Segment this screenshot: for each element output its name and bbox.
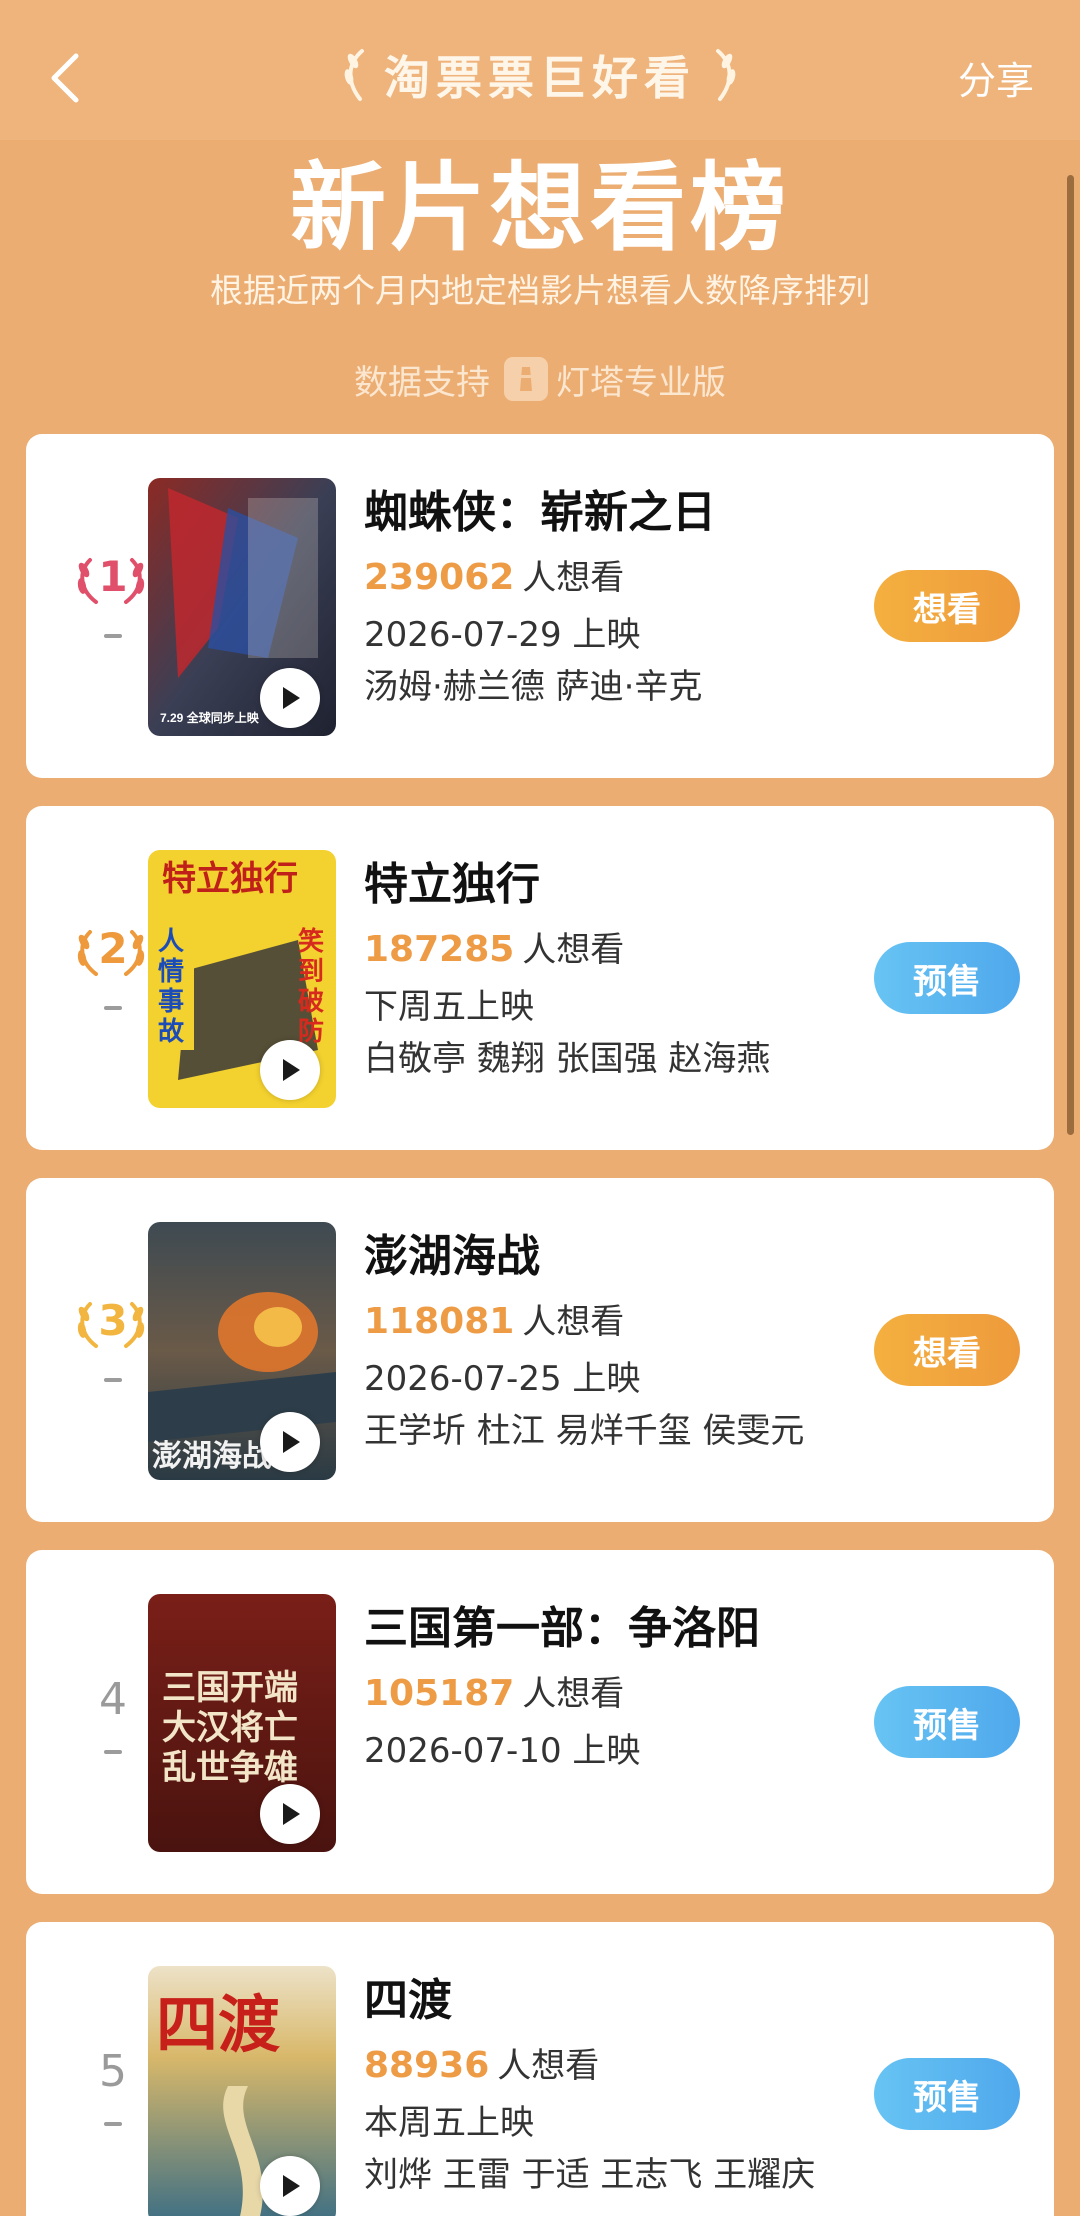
movie-info: 四渡 88936 人想看 本周五上映 刘烨 王雷 于适 王志飞 王耀庆 <box>364 1972 864 2198</box>
svg-text:故: 故 <box>158 1017 184 1047</box>
data-support: 数据支持 灯塔专业版 <box>0 352 1080 406</box>
page-subtitle: 根据近两个月内地定档影片想看人数降序排列 <box>210 271 870 310</box>
play-trailer-button[interactable] <box>260 1784 320 1844</box>
svg-text:三国开端: 三国开端 <box>162 1668 298 1708</box>
cast-list: 白敬亭 魏翔 张国强 赵海燕 <box>364 1039 771 1079</box>
svg-text:情: 情 <box>158 957 184 987</box>
play-icon <box>283 1803 300 1825</box>
release-date: 2026-07-25 上映 <box>364 1359 641 1399</box>
movie-card[interactable]: 2 人 情 事 故 笑 到 破 防 特立独行 特立独行 187285 人想看 下… <box>26 806 1054 1150</box>
want-count-row: 187285 人想看 <box>364 926 864 974</box>
want-suffix: 人想看 <box>522 1674 625 1714</box>
release-date: 2026-07-10 上映 <box>364 1731 641 1771</box>
play-icon <box>283 1431 300 1453</box>
brand-title: 淘票票巨好看 <box>0 40 1080 110</box>
presale-button[interactable]: 预售 <box>874 2058 1020 2130</box>
want-count-row: 105187 人想看 <box>364 1670 864 1718</box>
movie-title[interactable]: 澎湖海战 <box>364 1228 864 1286</box>
movie-info: 三国第一部：争洛阳 105187 人想看 2026-07-10 上映 <box>364 1600 864 1774</box>
lighthouse-icon <box>504 357 548 401</box>
cast-list: 汤姆·赫兰德 萨迪·辛克 <box>364 667 703 707</box>
movie-poster[interactable]: 人 情 事 故 笑 到 破 防 特立独行 <box>148 850 336 1108</box>
movie-card[interactable]: 5 四渡 四渡 88936 人想看 本周五上映 刘烨 王雷 于适 王志飞 王耀庆… <box>26 1922 1054 2216</box>
data-provider-name: 灯塔专业版 <box>556 362 726 403</box>
rank-change-indicator <box>104 1006 122 1010</box>
movie-info: 蜘蛛侠：崭新之日 239062 人想看 2026-07-29 上映 汤姆·赫兰德 … <box>364 484 864 710</box>
want-count: 187285 <box>364 929 515 970</box>
play-trailer-button[interactable] <box>260 668 320 728</box>
movie-poster[interactable]: 三国开端 大汉将亡 乱世争雄 <box>148 1594 336 1852</box>
want-suffix: 人想看 <box>522 930 625 970</box>
movie-title[interactable]: 蜘蛛侠：崭新之日 <box>364 484 864 542</box>
movie-info: 特立独行 187285 人想看 下周五上映 白敬亭 魏翔 张国强 赵海燕 <box>364 856 864 1082</box>
want-count: 88936 <box>364 2045 490 2086</box>
laurel-right-icon <box>716 49 736 101</box>
svg-text:到: 到 <box>298 957 324 987</box>
poster-caption: 特立独行 <box>162 859 298 899</box>
svg-text:笑: 笑 <box>298 926 324 957</box>
play-trailer-button[interactable] <box>260 2156 320 2216</box>
svg-text:大汉将亡: 大汉将亡 <box>162 1708 298 1748</box>
want-suffix: 人想看 <box>522 1302 625 1342</box>
share-button[interactable]: 分享 <box>958 50 1034 105</box>
play-icon <box>283 2175 300 2197</box>
brand-text: 淘票票巨好看 <box>384 51 696 105</box>
svg-text:事: 事 <box>158 987 184 1017</box>
data-support-label: 数据支持 <box>354 362 490 403</box>
movie-poster[interactable]: 7.29 全球同步上映 <box>148 478 336 736</box>
want-count: 105187 <box>364 1673 515 1714</box>
rank-change-indicator <box>104 1750 122 1754</box>
play-trailer-button[interactable] <box>260 1040 320 1100</box>
want-count-row: 88936 人想看 <box>364 2042 864 2090</box>
movie-title[interactable]: 三国第一部：争洛阳 <box>364 1600 864 1658</box>
movie-card[interactable]: 4 三国开端 大汉将亡 乱世争雄 三国第一部：争洛阳 105187 人想看 20… <box>26 1550 1054 1894</box>
want-suffix: 人想看 <box>522 558 625 598</box>
release-date: 2026-07-29 上映 <box>364 615 641 655</box>
presale-button[interactable]: 预售 <box>874 942 1020 1014</box>
movie-card[interactable]: 1 7.29 全球同步上映 蜘蛛侠：崭新之日 239062 人想看 2026-0… <box>26 434 1054 778</box>
play-icon <box>283 1059 300 1081</box>
cast-list: 刘烨 王雷 于适 王志飞 王耀庆 <box>364 2155 816 2195</box>
poster-caption: 7.29 全球同步上映 <box>160 710 260 725</box>
svg-text:破: 破 <box>298 987 324 1017</box>
nav-bar: 淘票票巨好看 分享 <box>0 0 1080 140</box>
want-count: 239062 <box>364 557 515 598</box>
svg-text:乱世争雄: 乱世争雄 <box>162 1748 298 1788</box>
laurel-left-icon <box>344 49 364 101</box>
presale-button[interactable]: 预售 <box>874 1686 1020 1758</box>
movie-poster[interactable]: 四渡 <box>148 1966 336 2216</box>
want-count-row: 118081 人想看 <box>364 1298 864 1346</box>
want-to-watch-button[interactable]: 想看 <box>874 1314 1020 1386</box>
movie-card[interactable]: 3 澎湖海战 澎湖海战 118081 人想看 2026-07-25 上映 王学圻… <box>26 1178 1054 1522</box>
want-suffix: 人想看 <box>497 2046 600 2086</box>
release-date: 下周五上映 <box>364 987 534 1027</box>
play-trailer-button[interactable] <box>260 1412 320 1472</box>
release-date: 本周五上映 <box>364 2103 534 2143</box>
movie-info: 澎湖海战 118081 人想看 2026-07-25 上映 王学圻 杜江 易烊千玺… <box>364 1228 864 1454</box>
page-title: 新片想看榜 <box>290 152 790 264</box>
want-count-row: 239062 人想看 <box>364 554 864 602</box>
rank-change-indicator <box>104 634 122 638</box>
want-to-watch-button[interactable]: 想看 <box>874 570 1020 642</box>
svg-text:人: 人 <box>158 927 184 957</box>
want-count: 118081 <box>364 1301 515 1342</box>
scrollbar[interactable] <box>1067 175 1074 1135</box>
movie-poster[interactable]: 澎湖海战 <box>148 1222 336 1480</box>
movie-title[interactable]: 特立独行 <box>364 856 864 914</box>
play-icon <box>283 687 300 709</box>
cast-list: 王学圻 杜江 易烊千玺 侯雯元 <box>364 1411 805 1451</box>
rank-change-indicator <box>104 1378 122 1382</box>
data-provider-logo: 灯塔专业版 <box>504 355 726 404</box>
poster-caption: 澎湖海战 <box>152 1439 272 1474</box>
movie-title[interactable]: 四渡 <box>364 1972 864 2030</box>
rank-change-indicator <box>104 2122 122 2126</box>
poster-caption: 四渡 <box>156 1988 280 2061</box>
